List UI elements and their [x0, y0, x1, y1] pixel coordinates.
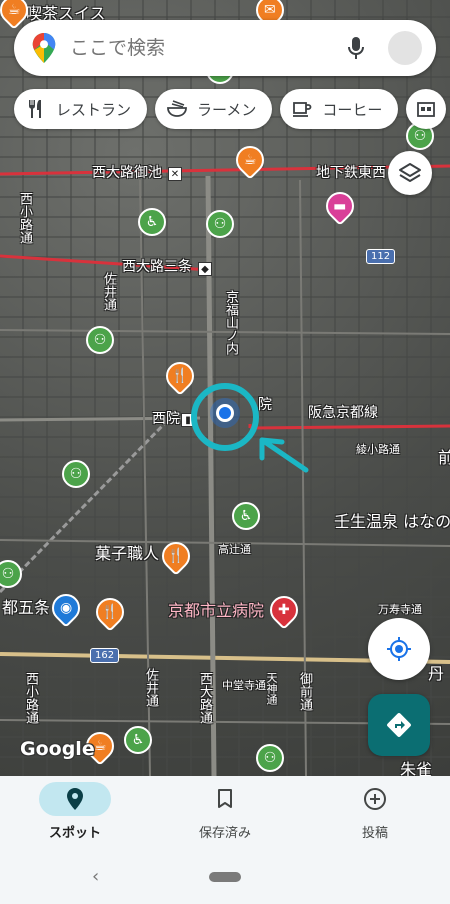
- label-nishioji-dori: 西大路通: [197, 672, 212, 724]
- station-icon[interactable]: ✕: [168, 167, 182, 181]
- layers-icon: [399, 163, 421, 182]
- label-nakadoji-dori: 中堂寺通: [222, 679, 266, 692]
- label-takatsuji: 高辻通: [218, 543, 251, 556]
- label-gozen-dori: 御前通: [297, 672, 312, 711]
- nav-pill: [189, 782, 261, 816]
- label-nishikoji-dori: 西小路通: [17, 192, 32, 244]
- label-sai-dori-north: 佐井通: [101, 272, 116, 311]
- ramen-bowl-icon: [167, 99, 187, 119]
- label-kyoto-goujo[interactable]: 都五条: [2, 600, 50, 616]
- label-sai-dori: 佐井通: [143, 668, 158, 707]
- my-location-button[interactable]: [368, 618, 430, 680]
- chip-coffee[interactable]: コーヒー: [280, 89, 399, 129]
- chip-label: ラーメン: [197, 100, 257, 119]
- search-input[interactable]: [70, 37, 344, 59]
- nav-label-saved: 保存済み: [198, 826, 251, 841]
- maps-screen: 喫茶スイス 西大路御池 地下鉄東西 西大路三条 西小路通 佐井通 京福山ノ内 西…: [0, 0, 450, 904]
- label-kashi-shokunin[interactable]: 菓子職人: [95, 546, 159, 562]
- route-shield-162: 162: [90, 648, 120, 663]
- label-tan: 丹: [428, 664, 445, 683]
- directions-icon: [387, 713, 411, 737]
- label-nishikoji-dori-south: 西小路通: [23, 672, 38, 724]
- restroom-icon[interactable]: ⚇: [206, 210, 234, 238]
- system-navigation-bar: ‹: [0, 862, 450, 892]
- accessible-icon[interactable]: ♿: [232, 502, 260, 530]
- hotel-icon: [416, 99, 436, 119]
- label-in: 院: [258, 397, 272, 413]
- directions-button[interactable]: [368, 694, 430, 756]
- station-icon[interactable]: ◆: [198, 262, 212, 276]
- google-logo: Google: [20, 738, 95, 760]
- label-manjuji-dori: 万寿寺通: [378, 603, 422, 616]
- layers-button[interactable]: [388, 151, 432, 195]
- label-nishiin-station[interactable]: 西院: [152, 412, 180, 426]
- microphone-icon[interactable]: [344, 34, 368, 62]
- nav-pill: [39, 782, 111, 816]
- category-chips: レストラン ラーメン コーヒー: [14, 89, 447, 129]
- google-maps-logo-icon: [32, 33, 56, 63]
- location-pin-icon: [67, 788, 83, 810]
- nav-label-spot: スポット: [48, 826, 101, 841]
- accessible-icon[interactable]: ♿: [124, 726, 152, 754]
- label-nishioji-sanjo[interactable]: 西大路三条: [122, 260, 192, 274]
- label-kyoto-city-hospital[interactable]: 京都市立病院: [168, 603, 264, 619]
- restroom-icon[interactable]: ⚇: [256, 744, 284, 772]
- add-circle-icon: [364, 788, 386, 810]
- accessible-icon[interactable]: ♿: [138, 208, 166, 236]
- nav-tab-saved[interactable]: 保存済み: [150, 776, 300, 856]
- label-ayanokoji: 綾小路通: [356, 443, 400, 456]
- chip-ramen[interactable]: ラーメン: [155, 89, 273, 129]
- label-tenjin-dori: 天神通: [265, 672, 278, 705]
- bottom-navigation: スポット 保存済み 投稿 ‹: [0, 776, 450, 904]
- chip-label: レストラン: [56, 100, 132, 119]
- search-bar[interactable]: [14, 20, 436, 76]
- nav-tab-spot[interactable]: スポット: [0, 776, 150, 856]
- nav-pill: [339, 782, 411, 816]
- my-location-dot[interactable]: [216, 404, 234, 422]
- restroom-icon[interactable]: ⚇: [62, 460, 90, 488]
- avatar[interactable]: [388, 31, 422, 65]
- bookmark-icon: [218, 789, 232, 808]
- home-handle[interactable]: [209, 872, 241, 882]
- chip-label: コーヒー: [322, 100, 383, 119]
- label-hankyu-line: 阪急京都線: [308, 405, 378, 421]
- label-en: 前: [438, 448, 450, 467]
- restroom-icon[interactable]: ⚇: [86, 326, 114, 354]
- back-chevron-icon[interactable]: ‹: [92, 866, 99, 887]
- crosshair-icon: [387, 637, 411, 661]
- label-kyofuku-yamanouchi: 京福山ノ内: [223, 290, 238, 355]
- route-shield-112: 112: [366, 249, 396, 264]
- chip-restaurant[interactable]: レストラン: [14, 89, 148, 129]
- label-mibu-onsen[interactable]: 壬生温泉 はなの: [334, 514, 450, 530]
- label-chikatetsu-tozai[interactable]: 地下鉄東西: [316, 166, 386, 180]
- nav-tab-post[interactable]: 投稿: [300, 776, 450, 856]
- chip-hotel[interactable]: [406, 89, 447, 129]
- nav-label-post: 投稿: [361, 826, 388, 841]
- coffee-cup-icon: [292, 99, 312, 119]
- label-nishioji-oike[interactable]: 西大路御池: [92, 166, 162, 180]
- label-shusaku: 朱雀: [400, 760, 433, 777]
- fork-knife-icon: [26, 99, 46, 119]
